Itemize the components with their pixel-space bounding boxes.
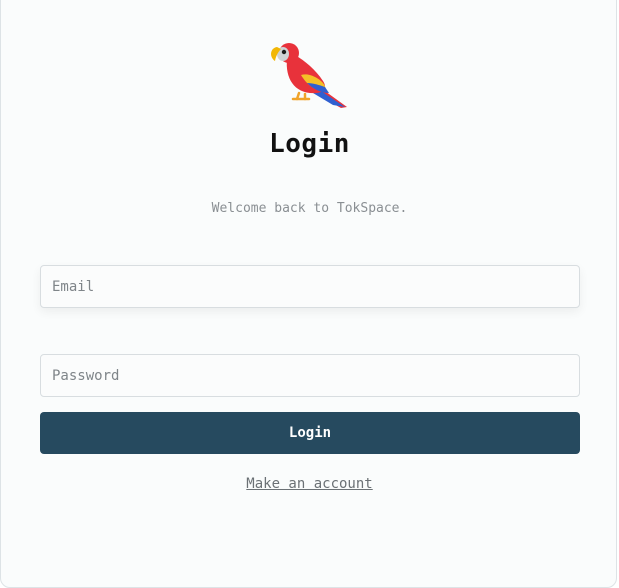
login-button[interactable]: Login bbox=[40, 412, 580, 454]
password-input[interactable] bbox=[40, 354, 580, 397]
login-card: Login Welcome back to TokSpace. Login Ma… bbox=[0, 0, 617, 588]
page-title: Login bbox=[269, 129, 350, 159]
page-subtitle: Welcome back to TokSpace. bbox=[211, 201, 408, 216]
parrot-icon bbox=[271, 43, 347, 108]
email-input[interactable] bbox=[40, 265, 580, 308]
make-account-link[interactable]: Make an account bbox=[1, 476, 618, 492]
